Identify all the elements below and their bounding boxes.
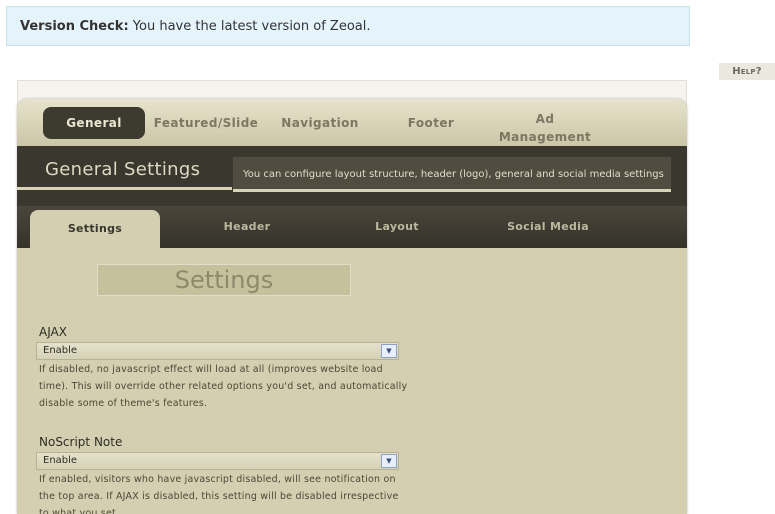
chevron-down-icon[interactable]: ▼	[381, 454, 397, 468]
noscript-note-select[interactable]: Enable ▼	[36, 452, 399, 470]
ajax-label: AJAX	[39, 325, 67, 339]
section-title-underline	[17, 187, 232, 190]
version-check-label: Version Check:	[20, 19, 129, 34]
top-navigation: General Featured/Slide Navigation Footer…	[17, 99, 687, 146]
ajax-description: If disabled, no javascript effect will l…	[39, 364, 408, 409]
nav-tab-navigation[interactable]: Navigation	[275, 107, 365, 139]
theme-options-panel: General Featured/Slide Navigation Footer…	[17, 99, 687, 514]
nav-tab-footer[interactable]: Footer	[391, 107, 471, 139]
version-check-notice: Version Check: You have the latest versi…	[6, 6, 690, 46]
subtab-layout[interactable]: Layout	[337, 206, 457, 248]
ajax-select-value: Enable	[43, 345, 78, 356]
ajax-select[interactable]: Enable ▼	[36, 342, 399, 360]
help-button[interactable]: Help?	[719, 63, 775, 80]
section-title: General Settings	[45, 159, 201, 180]
noscript-note-label: NoScript Note	[39, 435, 123, 449]
noscript-note-description: If enabled, visitors who have javascript…	[39, 474, 399, 514]
settings-subnav: Settings Header Layout Social Media	[17, 206, 687, 252]
chevron-down-icon[interactable]: ▼	[381, 344, 397, 358]
nav-tab-general[interactable]: General	[43, 107, 145, 139]
nav-tab-featured-slide[interactable]: Featured/Slide	[153, 107, 259, 139]
subtab-settings[interactable]: Settings	[30, 210, 160, 252]
nav-tab-ad-management[interactable]: Ad Management	[489, 110, 601, 144]
subtab-header[interactable]: Header	[187, 206, 307, 248]
version-check-text: You have the latest version of Zeoal.	[132, 19, 371, 34]
header-divider	[17, 194, 687, 206]
subtab-social-media[interactable]: Social Media	[487, 206, 609, 248]
noscript-note-select-value: Enable	[43, 455, 78, 466]
section-description: You can configure layout structure, head…	[233, 157, 671, 192]
content-heading: Settings	[97, 264, 351, 296]
